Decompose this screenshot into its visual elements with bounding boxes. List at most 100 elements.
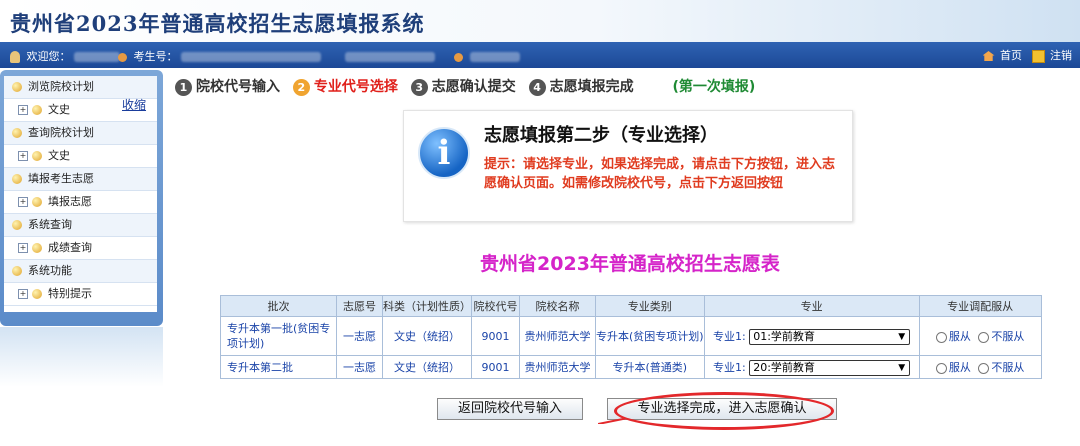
step-3: 3 志愿确认提交 [410, 76, 516, 96]
column-header: 院校代号 [471, 295, 520, 317]
major-select[interactable]: 20:学前教育 ▼ [749, 359, 911, 376]
not-obey-radio[interactable] [978, 331, 990, 343]
sidebar-shadow [0, 327, 163, 387]
folder-icon [32, 151, 42, 161]
chevron-down-icon: ▼ [898, 331, 906, 342]
top-bar: 欢迎您： 考生号： 首页 注销 [0, 42, 1080, 68]
category-cell: 文史（统招） [382, 355, 472, 379]
highlight-ring [614, 392, 834, 430]
choice-table: 批次 志愿号 科类（计划性质） 院校代号 院校名称 专业类别 专业 专业调配服从… [220, 295, 1042, 379]
school-name-cell: 贵州师范大学 [519, 316, 596, 356]
logout-icon[interactable] [1031, 49, 1045, 63]
folder-icon [12, 82, 22, 92]
back-button[interactable]: 返回院校代号输入 [437, 398, 583, 420]
annotation-arrow-icon [598, 418, 628, 424]
exam-id-label: 考生号： [133, 50, 178, 63]
id-icon [118, 52, 127, 62]
id-number-redacted [344, 52, 435, 62]
step-number-icon: 2 [292, 78, 310, 96]
major-cell: 专业1: 20:学前教育 ▼ [703, 355, 920, 379]
table-header-row: 批次 志愿号 科类（计划性质） 院校代号 院校名称 专业类别 专业 专业调配服从 [220, 295, 1042, 317]
fill-round-note: (第一次填报) [672, 79, 756, 95]
home-icon[interactable] [982, 51, 995, 61]
table-row: 专升本第一批(贫困专项计划) 一志愿 文史（统招） 9001 贵州师范大学 专升… [220, 316, 1042, 356]
batch-cell: 专升本第一批(贫困专项计划) [220, 316, 337, 356]
sidebar-item-label: 文史 [48, 149, 70, 162]
sidebar-item-label: 文史 [48, 103, 70, 116]
table-row: 专升本第二批 一志愿 文史（统招） 9001 贵州师范大学 专升本(普通类) 专… [220, 355, 1042, 379]
major-label: 专业1: [712, 329, 746, 343]
expand-icon[interactable]: + [18, 197, 28, 207]
exam-id-redacted [181, 52, 321, 62]
expand-icon[interactable]: + [18, 289, 28, 299]
school-name-cell: 贵州师范大学 [519, 355, 596, 379]
top-nav: 首页 注销 [982, 47, 1072, 63]
chevron-down-icon: ▼ [898, 362, 906, 373]
sidebar-item-query-wenshi[interactable]: + 文史 [4, 145, 157, 168]
info-panel: i 志愿填报第二步（专业选择） 提示：请选择专业，如果选择完成，请点击下方按钮，… [403, 110, 853, 222]
school-code-cell: 9001 [471, 355, 520, 379]
not-obey-label: 不服从 [991, 330, 1025, 343]
folder-icon [12, 220, 22, 230]
sidebar-group-label: 系统查询 [28, 218, 72, 231]
sidebar-group-fill[interactable]: 填报考生志愿 [4, 168, 157, 191]
step-label: 院校代号输入 [196, 79, 280, 95]
column-header: 科类（计划性质） [382, 295, 472, 317]
choice-cell: 一志愿 [336, 316, 383, 356]
major-select[interactable]: 01:学前教育 ▼ [749, 328, 911, 345]
column-header: 专业 [703, 295, 920, 317]
step-label: 志愿填报完成 [549, 79, 634, 95]
step-indicator: 1 院校代号输入 2 专业代号选择 3 志愿确认提交 4 志愿填报完成 (第一次填报) [175, 76, 755, 96]
major-cell: 专业1: 01:学前教育 ▼ [703, 316, 920, 356]
sidebar-item-fill-choice[interactable]: + 填报志愿 [4, 191, 157, 214]
obey-radio[interactable] [935, 331, 947, 343]
category-cell: 文史（统招） [382, 316, 472, 356]
logout-link[interactable]: 注销 [1050, 49, 1072, 62]
info-title: 志愿填报第二步（专业选择） [484, 125, 718, 146]
obey-label: 服从 [948, 361, 971, 374]
exam-id-area: 考生号： [118, 48, 520, 64]
form-title: 贵州省2023年普通高校招生志愿表 [480, 253, 780, 275]
major-select-value: 20:学前教育 [753, 360, 815, 374]
app-title: 贵州省2023年普通高校招生志愿填报系统 [10, 11, 425, 36]
major-label: 专业1: [712, 360, 746, 374]
column-header: 专业类别 [595, 295, 705, 317]
column-header: 志愿号 [336, 295, 383, 317]
expand-icon[interactable]: + [18, 151, 28, 161]
folder-icon [32, 197, 42, 207]
column-header: 批次 [220, 295, 337, 317]
sidebar-group-label: 查询院校计划 [28, 126, 94, 139]
step-1: 1 院校代号输入 [175, 76, 280, 96]
not-obey-label: 不服从 [991, 361, 1025, 374]
sidebar-group-query[interactable]: 查询院校计划 [4, 122, 157, 145]
obey-cell: 服从 不服从 [918, 355, 1042, 379]
sidebar-item-special-notice[interactable]: + 特别提示 [4, 283, 157, 306]
folder-icon [12, 174, 22, 184]
collapse-link[interactable]: 收缩 [122, 96, 146, 113]
sidebar-group-system-query[interactable]: 系统查询 [4, 214, 157, 237]
sidebar-item-label: 填报志愿 [48, 195, 92, 208]
sidebar-group-label: 填报考生志愿 [28, 172, 94, 185]
folder-icon [32, 105, 42, 115]
home-link[interactable]: 首页 [1000, 49, 1022, 62]
obey-cell: 服从 不服从 [918, 316, 1042, 356]
obey-radio[interactable] [935, 362, 947, 374]
obey-label: 服从 [948, 330, 971, 343]
folder-icon [32, 289, 42, 299]
extra-info-redacted [469, 52, 520, 62]
school-code-cell: 9001 [471, 316, 520, 356]
major-type-cell: 专升本(普通类) [595, 355, 705, 379]
user-icon [10, 51, 20, 63]
step-number-icon: 3 [410, 78, 428, 96]
step-number-icon: 1 [175, 78, 192, 96]
column-header: 院校名称 [519, 295, 596, 317]
info-hint: 提示：请选择专业，如果选择完成，请点击下方按钮，进入志愿确认页面。如需修改院校代… [484, 157, 836, 191]
welcome-area: 欢迎您： [10, 48, 120, 64]
user-name-redacted [74, 52, 120, 62]
not-obey-radio[interactable] [978, 362, 990, 374]
step-label: 志愿确认提交 [431, 79, 516, 95]
welcome-label: 欢迎您： [26, 50, 71, 63]
expand-icon[interactable]: + [18, 105, 28, 115]
folder-icon [12, 128, 22, 138]
major-select-value: 01:学前教育 [753, 329, 815, 343]
